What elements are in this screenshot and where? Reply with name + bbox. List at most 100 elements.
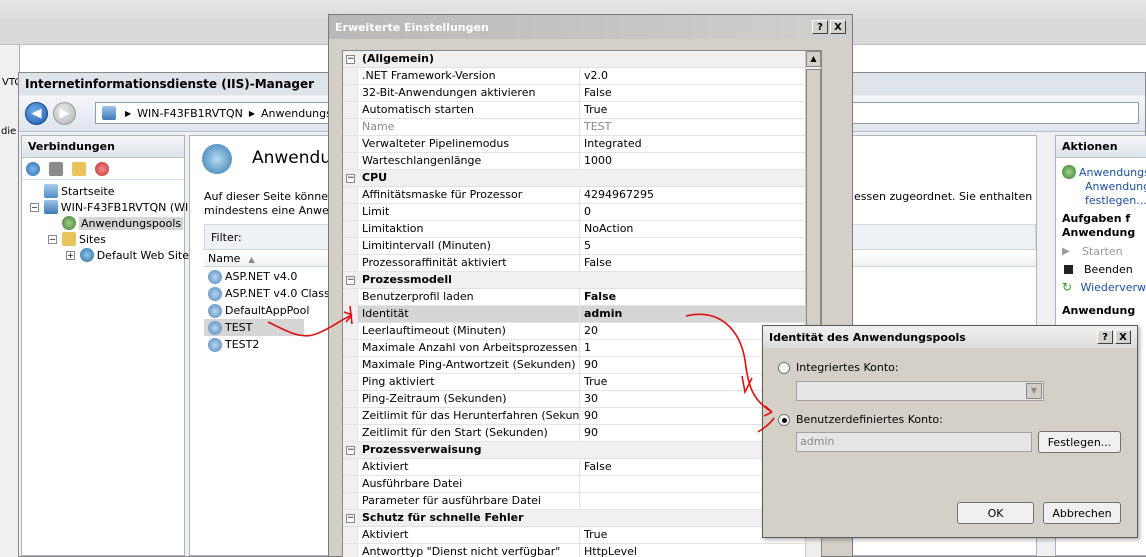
help-button[interactable]: ? xyxy=(812,20,828,34)
grid-category[interactable]: − CPU xyxy=(343,170,807,187)
identity-close-button[interactable]: X xyxy=(1115,330,1131,344)
grid-value[interactable]: NoAction xyxy=(580,221,807,237)
grid-row[interactable]: Maximale Anzahl von Arbeitsprozessen 1 xyxy=(343,340,807,357)
grid-key: Antworttyp "Dienst nicht verfügbar" xyxy=(358,544,580,557)
grid-key: Affinitätsmaske für Prozessor xyxy=(358,187,580,203)
grid-row[interactable]: Prozessoraffinität aktiviert False xyxy=(343,255,807,272)
grid-category[interactable]: − (Allgemein) xyxy=(343,51,807,68)
builtin-radio[interactable] xyxy=(778,362,790,374)
breadcrumb-server[interactable]: WIN-F43FB1RVTQN xyxy=(137,107,243,120)
app-pool-icon xyxy=(208,337,222,352)
ok-button[interactable]: OK xyxy=(957,502,1034,524)
grid-key: Name xyxy=(358,119,580,135)
grid-value[interactable]: v2.0 xyxy=(580,68,807,84)
collapse-icon[interactable]: − xyxy=(30,202,39,212)
grid-row[interactable]: Leerlauftimeout (Minuten) 20 xyxy=(343,323,807,340)
action-defaults[interactable]: Anwendungs xyxy=(1062,180,1146,194)
expand-icon[interactable]: + xyxy=(66,250,75,260)
grid-value[interactable]: False xyxy=(580,255,807,271)
custom-account-field[interactable]: admin xyxy=(796,432,1032,452)
grid-value[interactable]: True xyxy=(580,102,807,118)
grid-key: Aktiviert xyxy=(358,527,580,543)
cancel-button[interactable]: Abbrechen xyxy=(1043,502,1121,524)
action-defaults-cont[interactable]: festlegen... xyxy=(1062,194,1146,208)
custom-radio[interactable] xyxy=(778,414,790,426)
action-start[interactable]: ▶ Starten xyxy=(1062,242,1146,260)
grid-value[interactable]: 1000 xyxy=(580,153,807,169)
identity-help-button[interactable]: ? xyxy=(1097,330,1113,344)
grid-row[interactable]: Parameter für ausführbare Datei xyxy=(343,493,807,510)
tree-item-server[interactable]: − WIN-F43FB1RVTQN (WIN xyxy=(22,199,197,215)
grid-row[interactable]: Automatisch starten True xyxy=(343,102,807,119)
action-stop[interactable]: Beenden xyxy=(1062,260,1146,278)
grid-row[interactable]: .NET Framework-Version v2.0 xyxy=(343,68,807,85)
grid-value[interactable]: HttpLevel xyxy=(580,544,807,557)
grid-row[interactable]: Limitintervall (Minuten) 5 xyxy=(343,238,807,255)
grid-value[interactable]: admin xyxy=(580,306,807,322)
grid-value[interactable]: 0 xyxy=(580,204,807,220)
collapse-icon[interactable]: − xyxy=(343,442,358,458)
grid-row[interactable]: Ausführbare Datei xyxy=(343,476,807,493)
grid-row[interactable]: Ping-Zeitraum (Sekunden) 30 xyxy=(343,391,807,408)
grid-value[interactable]: False xyxy=(580,85,807,101)
grid-row[interactable]: Antworttyp "Dienst nicht verfügbar" HttpL… xyxy=(343,544,807,557)
pool-name: DefaultAppPool xyxy=(225,304,310,317)
grid-value[interactable]: Integrated xyxy=(580,136,807,152)
grid-value[interactable]: False xyxy=(580,289,807,305)
pool-name: TEST xyxy=(225,321,253,334)
grid-gutter xyxy=(343,136,358,152)
tree-item-default-site[interactable]: + Default Web Site xyxy=(22,247,189,263)
tree-item-sites[interactable]: − Sites xyxy=(22,231,184,247)
close-button[interactable]: X xyxy=(830,20,846,34)
set-account-button[interactable]: Festlegen... xyxy=(1038,431,1121,453)
grid-row[interactable]: Zeitlimit für den Start (Sekunden) 90 xyxy=(343,425,807,442)
collapse-icon[interactable]: − xyxy=(343,510,358,526)
grid-gutter xyxy=(343,425,358,441)
grid-row[interactable]: Limitaktion NoAction xyxy=(343,221,807,238)
grid-value[interactable]: 5 xyxy=(580,238,807,254)
action-recycle[interactable]: ↻ Wiederverw xyxy=(1062,278,1146,296)
up-folder-icon[interactable] xyxy=(72,161,86,176)
back-button[interactable]: ◀ xyxy=(25,102,48,125)
globe-icon xyxy=(79,248,94,262)
grid-value[interactable]: TEST xyxy=(580,119,807,135)
connections-toolbar xyxy=(22,158,184,180)
forward-button[interactable]: ▶ xyxy=(53,102,76,125)
collapse-icon[interactable]: − xyxy=(343,170,358,186)
grid-row[interactable]: Name TEST xyxy=(343,119,807,136)
grid-row[interactable]: Verwalteter Pipelinemodus Integrated xyxy=(343,136,807,153)
collapse-icon[interactable]: − xyxy=(48,234,57,244)
grid-key: Maximale Ping-Antwortzeit (Sekunden) xyxy=(358,357,580,373)
grid-row[interactable]: Warteschlangenlänge 1000 xyxy=(343,153,807,170)
tree-item-apppools[interactable]: Anwendungspools xyxy=(22,215,184,231)
grid-row[interactable]: Aktiviert False xyxy=(343,459,807,476)
action-add-pool[interactable]: Anwendungs xyxy=(1062,164,1146,180)
grid-row[interactable]: Affinitätsmaske für Prozessor 4294967295 xyxy=(343,187,807,204)
disconnect-icon[interactable] xyxy=(95,161,109,176)
grid-category[interactable]: − Schutz für schnelle Fehler xyxy=(343,510,807,527)
grid-category-label: (Allgemein) xyxy=(362,52,434,65)
collapse-icon[interactable]: − xyxy=(343,272,358,288)
collapse-icon[interactable]: − xyxy=(343,51,358,67)
advanced-title: Erweiterte Einstellungen xyxy=(335,20,489,34)
tree-label: WIN-F43FB1RVTQN (WIN xyxy=(60,200,197,214)
grid-row[interactable]: Aktiviert True xyxy=(343,527,807,544)
connect-icon[interactable] xyxy=(26,161,40,176)
grid-key: Limit xyxy=(358,204,580,220)
save-icon[interactable] xyxy=(49,161,63,176)
grid-row[interactable]: Zeitlimit für das Herunterfahren (Sekund… xyxy=(343,408,807,425)
tree-item-startseite[interactable]: Startseite xyxy=(22,183,184,199)
grid-category[interactable]: − Prozessmodell xyxy=(343,272,807,289)
grid-row[interactable]: Benutzerprofil laden False xyxy=(343,289,807,306)
grid-row[interactable]: Limit 0 xyxy=(343,204,807,221)
grid-category[interactable]: − Prozessverwaisung xyxy=(343,442,807,459)
breadcrumb-sep-icon: ▶ xyxy=(248,108,255,118)
grid-row[interactable]: Identität admin xyxy=(343,306,807,323)
grid-value[interactable]: 4294967295 xyxy=(580,187,807,203)
grid-row[interactable]: 32-Bit-Anwendungen aktivieren False xyxy=(343,85,807,102)
grid-row[interactable]: Ping aktiviert True xyxy=(343,374,807,391)
scroll-up-icon[interactable]: ▲ xyxy=(806,51,821,67)
grid-row[interactable]: Maximale Ping-Antwortzeit (Sekunden) 90 xyxy=(343,357,807,374)
pool-list-item[interactable]: TEST xyxy=(204,319,304,336)
builtin-select[interactable]: ▼ xyxy=(796,381,1044,401)
